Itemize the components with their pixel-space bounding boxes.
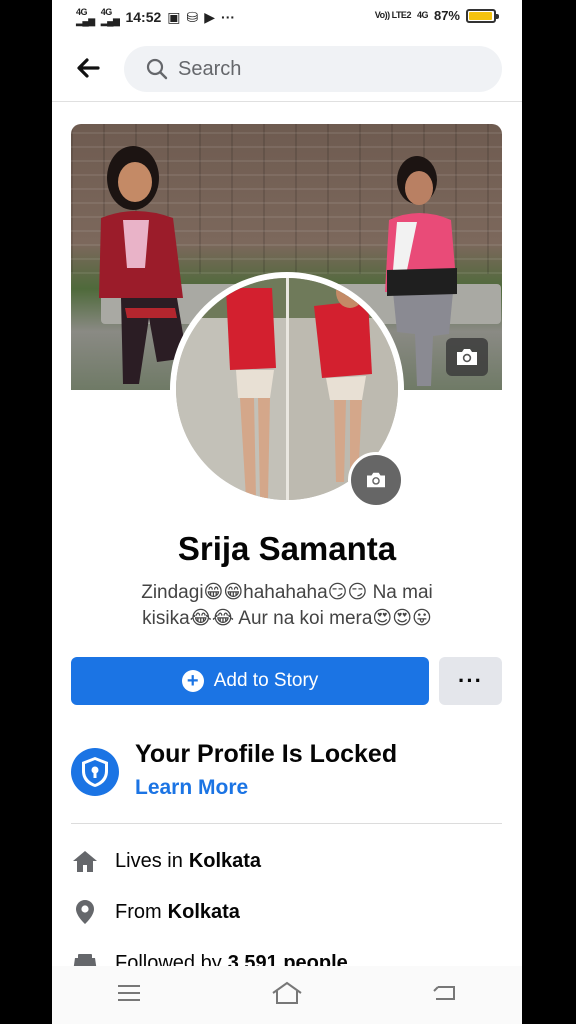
signal-sim1: 4G ▂▄▆ bbox=[76, 7, 95, 26]
add-to-story-label: Add to Story bbox=[213, 670, 319, 691]
profile-locked-notice: Your Profile Is Locked Learn More bbox=[71, 740, 502, 810]
search-placeholder: Search bbox=[178, 57, 242, 80]
add-to-story-button[interactable]: + Add to Story bbox=[71, 657, 429, 705]
location-pin-icon bbox=[71, 898, 99, 926]
menu-icon[interactable] bbox=[116, 983, 142, 1008]
search-input[interactable]: Search bbox=[124, 46, 502, 92]
plus-icon: + bbox=[181, 670, 204, 692]
back-arrow-icon[interactable] bbox=[72, 50, 104, 86]
bio-line-2: kisika😂😂 Aur na koi mera😍😍😛 bbox=[142, 608, 432, 629]
signal-sim2: 4G ▂▄▆ bbox=[100, 7, 120, 26]
lives-in-label: Lives in bbox=[115, 849, 183, 872]
edit-profile-picture-camera-icon[interactable] bbox=[348, 452, 404, 508]
more-notifications-icon: ··· bbox=[221, 9, 236, 25]
network-indicator: 4G bbox=[416, 10, 429, 20]
gallery-notification-icon: ▣ bbox=[167, 8, 181, 25]
back-button-icon[interactable] bbox=[432, 983, 458, 1008]
clock: 14:52 bbox=[125, 9, 162, 25]
from-row: From Kolkata bbox=[71, 897, 240, 927]
more-icon: ··· bbox=[458, 668, 483, 693]
storage-notification-icon: ⛁ bbox=[186, 8, 199, 25]
from-label: From bbox=[115, 900, 162, 923]
profile-name: Srija Samanta bbox=[177, 530, 397, 567]
phone-screen: 4G ▂▄▆ 4G ▂▄▆ 14:52 ▣ ⛁ ▶ ··· Vo)) LTE2 4G… bbox=[52, 0, 522, 1024]
home-icon bbox=[71, 847, 99, 875]
battery-fill bbox=[469, 11, 492, 20]
volte-indicator: Vo)) LTE2 bbox=[374, 10, 412, 20]
battery-percent: 87% bbox=[433, 8, 460, 23]
system-nav-bar bbox=[52, 966, 522, 1024]
lives-in-row: Lives in Kolkata bbox=[71, 846, 261, 876]
section-divider bbox=[71, 823, 502, 824]
profile-bio: Zindagi😁😁hahahaha😏😏 Na mai kisika😂😂 Aur … bbox=[92, 580, 482, 632]
from-city[interactable]: Kolkata bbox=[168, 901, 240, 924]
top-bar: Search bbox=[52, 40, 522, 102]
more-options-button[interactable]: ··· bbox=[439, 657, 502, 705]
shield-lock-icon bbox=[71, 748, 119, 796]
learn-more-link[interactable]: Learn More bbox=[135, 776, 248, 800]
edit-cover-camera-icon[interactable] bbox=[446, 338, 488, 376]
youtube-notification-icon: ▶ bbox=[204, 8, 216, 25]
status-bar: 4G ▂▄▆ 4G ▂▄▆ 14:52 ▣ ⛁ ▶ ··· Vo)) LTE2 4G… bbox=[52, 0, 522, 34]
lives-in-city[interactable]: Kolkata bbox=[189, 850, 261, 873]
battery-icon bbox=[466, 8, 499, 23]
search-icon bbox=[146, 58, 168, 80]
home-button-icon[interactable] bbox=[271, 981, 303, 1010]
profile-locked-title: Your Profile Is Locked bbox=[135, 740, 398, 768]
profile-actions: + Add to Story ··· bbox=[71, 657, 502, 705]
bio-line-1: Zindagi😁😁hahahaha😏😏 Na mai bbox=[141, 582, 433, 603]
